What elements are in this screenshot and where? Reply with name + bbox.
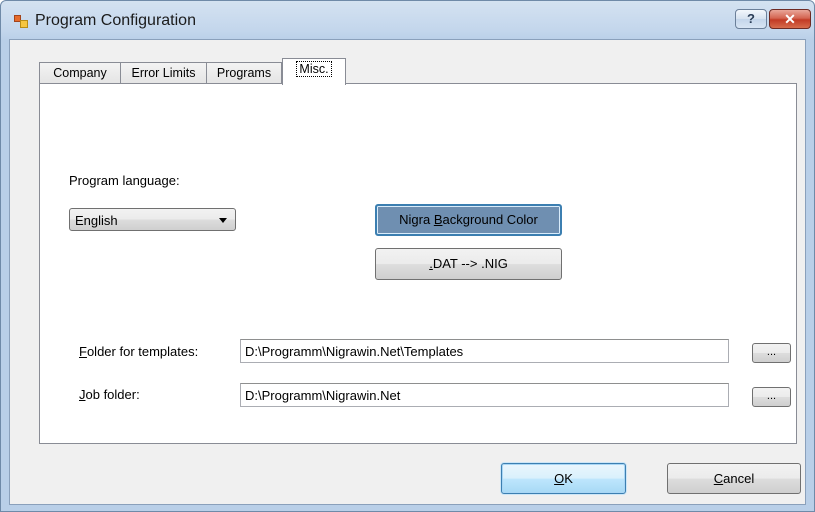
browse-templates-button[interactable]: ... [752,343,791,363]
program-language-value: English [75,213,118,228]
browse-templates-label: ... [766,346,777,358]
templates-label-key: F [79,344,87,359]
templates-folder-label: Folder for templates: [79,344,198,359]
browse-job-folder-button[interactable]: ... [752,387,791,407]
cancel-label-key: C [713,471,724,486]
tab-misc-label: Misc. [296,61,332,77]
misc-tab-panel: Program language: English Nigra Backgrou… [39,83,797,444]
bg-color-label-post: ackground Color [442,212,538,227]
dialog-client-area: Company Error Limits Programs Misc. Prog… [9,39,806,505]
program-language-label: Program language: [69,173,180,188]
program-language-select[interactable]: English [69,208,236,231]
program-configuration-window: Program Configuration ? ✕ Company Error … [0,0,815,512]
ok-label-key: O [554,471,565,486]
title-bar[interactable]: Program Configuration ? ✕ [1,1,814,39]
job-folder-input[interactable]: D:\Programm\Nigrawin.Net [240,383,729,407]
help-button[interactable]: ? [735,9,767,29]
bg-color-label-pre: Nigra [399,212,434,227]
tab-error-limits-label: Error Limits [131,66,196,80]
dat-to-nig-button[interactable]: .DAT --> .NIG [375,248,562,280]
tab-error-limits[interactable]: Error Limits [120,62,207,84]
close-button[interactable]: ✕ [769,9,811,29]
dat-label-post: DAT --> .NIG [432,256,508,271]
ok-label-post: K [564,471,573,486]
templates-label-post: older for templates: [86,344,199,359]
job-label-post: ob folder: [85,387,140,402]
tab-company-label: Company [53,66,107,80]
tab-misc[interactable]: Misc. [282,58,346,85]
close-icon: ✕ [784,11,796,27]
tab-programs-label: Programs [216,66,272,80]
templates-folder-input[interactable]: D:\Programm\Nigrawin.Net\Templates [240,339,729,363]
window-title: Program Configuration [35,12,196,29]
app-icon [14,15,28,29]
nigra-background-color-button[interactable]: Nigra Background Color [375,204,562,236]
ok-button[interactable]: OK [501,463,626,494]
tab-programs[interactable]: Programs [206,62,282,84]
tab-company[interactable]: Company [39,62,121,84]
job-folder-label: Job folder: [79,387,140,402]
chevron-down-icon [219,218,227,223]
cancel-button[interactable]: Cancel [667,463,801,494]
browse-job-label: ... [766,390,777,402]
cancel-label-post: ancel [723,471,755,486]
